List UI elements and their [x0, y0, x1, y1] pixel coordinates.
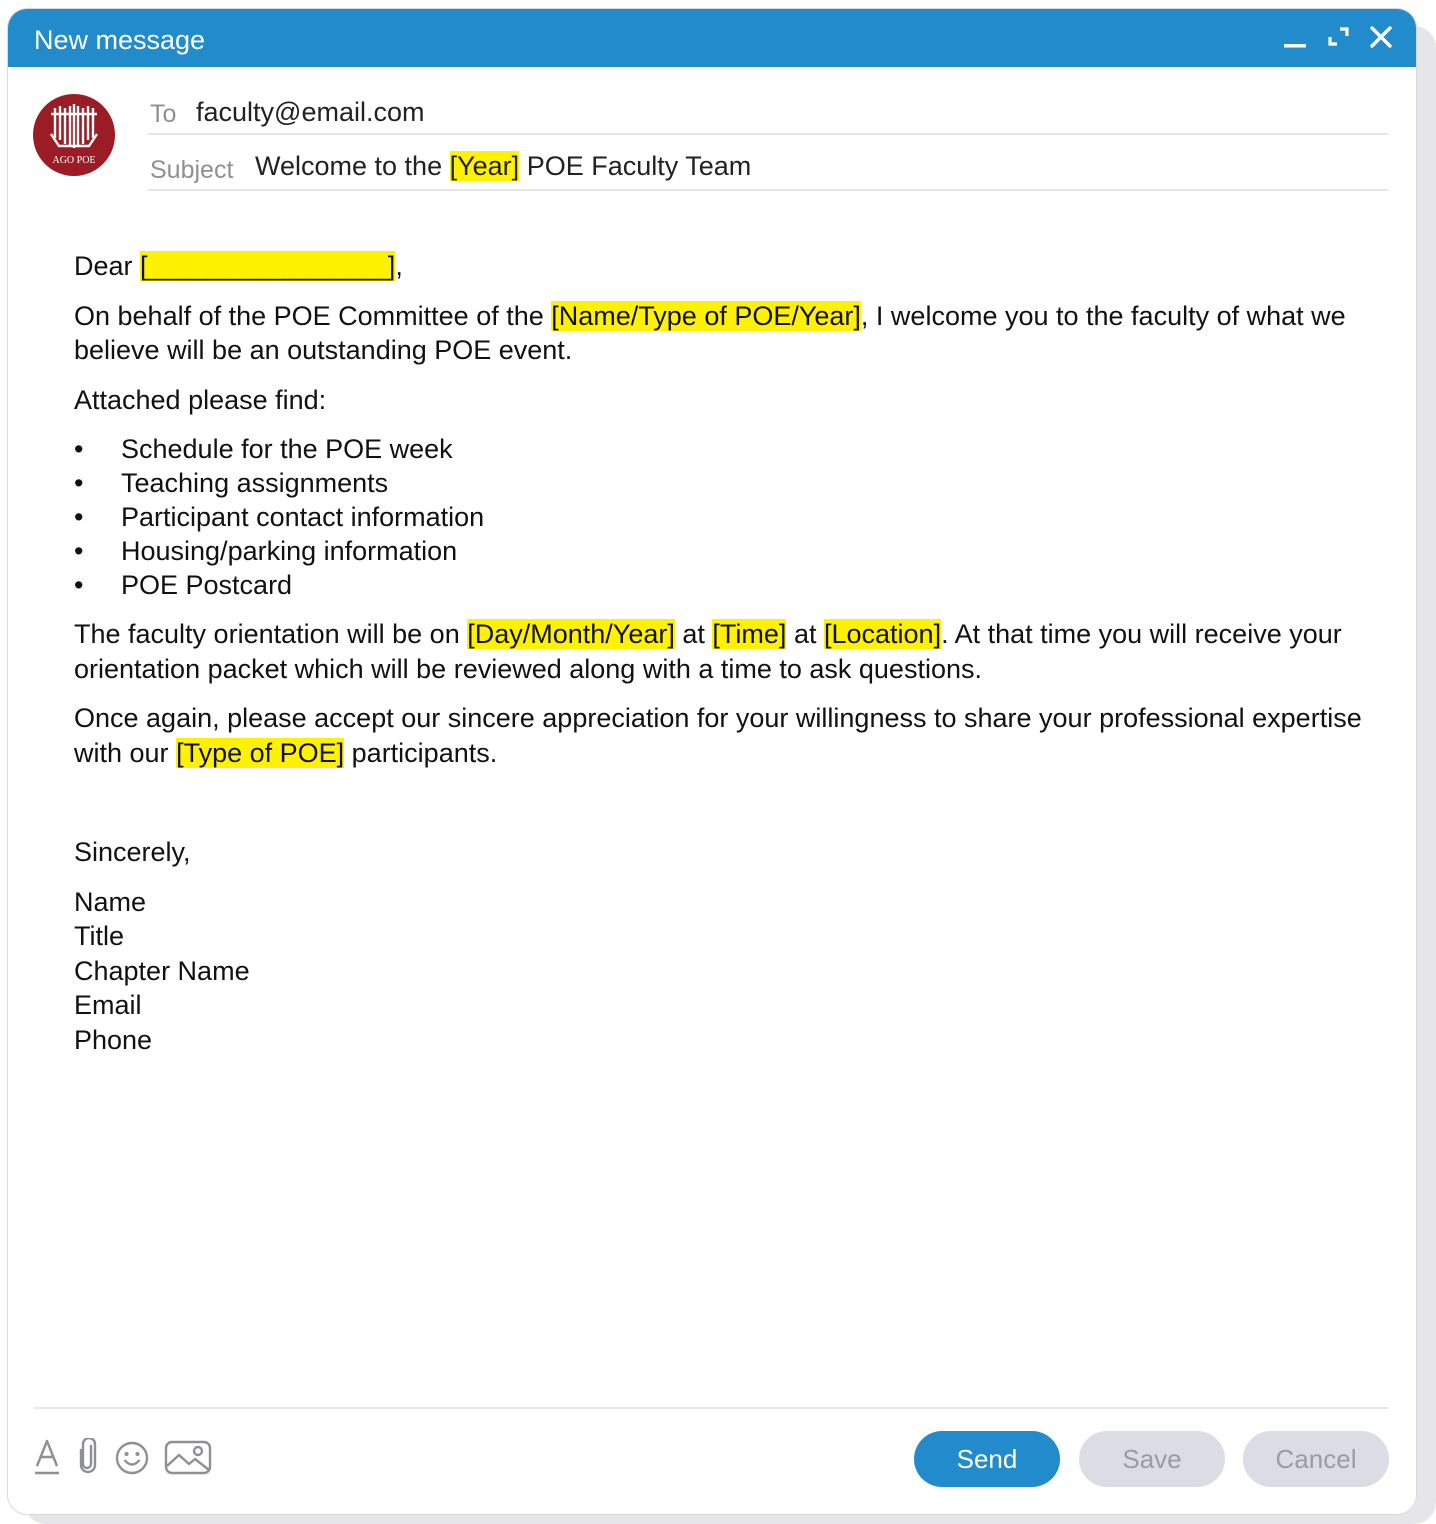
- orientation-text-at: at: [682, 619, 705, 649]
- to-value[interactable]: faculty@email.com: [196, 97, 424, 128]
- avatar: AGO POE: [33, 94, 115, 176]
- list-item: • Schedule for the POE week: [74, 432, 1374, 466]
- signature-line: Name: [74, 886, 147, 917]
- paperclip-icon[interactable]: [76, 1436, 100, 1481]
- subject-label: Subject: [150, 156, 234, 184]
- list-item-text: Participant contact information: [121, 502, 485, 532]
- closing: Sincerely,: [74, 837, 191, 867]
- subject-placeholder-year: [Year]: [449, 151, 520, 181]
- minimize-icon[interactable]: [1283, 24, 1309, 50]
- to-label: To: [150, 100, 177, 128]
- welcome-text-pre: On behalf of the POE Committee of the: [74, 300, 544, 331]
- emoji-icon[interactable]: [114, 1438, 150, 1481]
- attachment-list: • Schedule for the POE week • Teaching ass…: [74, 432, 1374, 602]
- signature-block: Name Title Chapter Name Email Phone: [74, 885, 1374, 1058]
- poe-type-placeholder: [Type of POE]: [176, 737, 345, 768]
- time-placeholder: [Time]: [712, 619, 787, 649]
- date-placeholder: [Day/Month/Year]: [467, 619, 675, 649]
- to-field[interactable]: To faculty@email.com: [148, 91, 1388, 135]
- expand-icon[interactable]: [1326, 24, 1352, 50]
- list-item: • Housing/parking information: [74, 534, 1374, 568]
- save-button[interactable]: Save: [1079, 1431, 1225, 1487]
- message-body[interactable]: Dear [________________], On behalf of th…: [74, 249, 1374, 1057]
- paragraph-welcome: On behalf of the POE Committee of the [N…: [74, 299, 1374, 368]
- attached-intro: Attached please find:: [74, 384, 327, 415]
- greeting-comma: ,: [395, 251, 403, 281]
- list-item: • Teaching assignments: [74, 466, 1374, 500]
- subject-text-pre: Welcome to the: [255, 151, 443, 181]
- window-title: New message: [34, 25, 206, 55]
- paragraph-orientation: The faculty orientation will be on [Day/…: [74, 617, 1374, 686]
- list-item-text: Schedule for the POE week: [121, 434, 453, 464]
- svg-text:AGO POE: AGO POE: [52, 155, 95, 166]
- footer-divider: [34, 1407, 1388, 1409]
- list-item-text: POE Postcard: [121, 570, 293, 600]
- location-placeholder: [Location]: [823, 619, 942, 649]
- orientation-text-pre: The faculty orientation will be on: [74, 619, 460, 649]
- bullet: •: [74, 536, 84, 566]
- bullet: •: [74, 570, 84, 600]
- signature-line: Title: [74, 921, 125, 951]
- subject-text-post: POE Faculty Team: [526, 151, 752, 181]
- signature-line: Chapter Name: [74, 955, 250, 986]
- signature-line: Email: [74, 990, 142, 1020]
- list-item-text: Housing/parking information: [121, 536, 458, 566]
- image-icon[interactable]: [164, 1438, 212, 1481]
- poe-name-placeholder: [Name/Type of POE/Year]: [551, 300, 861, 331]
- compose-window: New message AGO POE To faculty@email.com…: [7, 8, 1417, 1515]
- list-item: • POE Postcard: [74, 568, 1374, 602]
- text-format-icon[interactable]: [34, 1438, 60, 1481]
- ago-poe-logo: AGO POE: [33, 94, 115, 176]
- appreciation-text-post: participants.: [351, 737, 498, 768]
- orientation-text-at: at: [793, 619, 817, 649]
- bullet: •: [74, 434, 84, 464]
- greeting: Dear [________________],: [74, 249, 1374, 284]
- bullet: •: [74, 502, 84, 532]
- cancel-button[interactable]: Cancel: [1243, 1431, 1389, 1487]
- bullet: •: [74, 468, 84, 498]
- recipient-placeholder: [________________]: [140, 251, 396, 281]
- signature-line: Phone: [74, 1024, 153, 1055]
- list-item-text: Teaching assignments: [121, 468, 389, 498]
- list-item: • Participant contact information: [74, 500, 1374, 534]
- title-bar: New message: [8, 9, 1416, 67]
- paragraph-appreciation: Once again, please accept our sincere ap…: [74, 701, 1374, 770]
- greeting-text: Dear: [74, 251, 133, 281]
- send-button[interactable]: Send: [914, 1431, 1060, 1487]
- close-icon[interactable]: [1368, 24, 1394, 50]
- subject-field[interactable]: Subject Welcome to the [Year] POE Facult…: [148, 145, 1388, 191]
- subject-value[interactable]: Welcome to the [Year] POE Faculty Team: [255, 151, 751, 182]
